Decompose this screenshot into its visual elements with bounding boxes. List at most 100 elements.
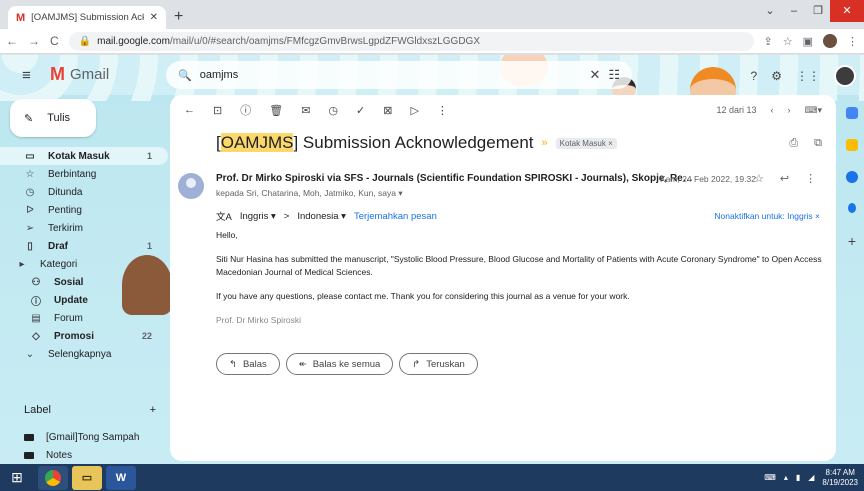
sidebar-item-more[interactable]: ⌄ Selengkapnya <box>0 345 168 363</box>
sidebar-item-important[interactable]: ᐅ Penting <box>0 201 168 219</box>
next-message-icon[interactable]: › <box>787 105 790 115</box>
compose-label: Tulis <box>47 112 71 124</box>
search-options-icon[interactable]: ☷ <box>608 67 620 83</box>
sidebar-item-label: Draf <box>48 240 69 252</box>
body-paragraph: Siti Nur Hasina has submitted the manusc… <box>216 254 822 277</box>
share-icon[interactable]: ⇪ <box>764 35 773 48</box>
label-icon[interactable]: ▷ <box>410 104 418 117</box>
calendar-icon[interactable] <box>846 107 858 119</box>
clear-search-icon[interactable]: ✕ <box>589 67 600 83</box>
sidebar-item-starred[interactable]: ☆ Berbintang <box>0 165 168 183</box>
add-task-icon[interactable]: ✓ <box>356 104 365 117</box>
close-window-button[interactable]: ✕ <box>830 0 864 22</box>
reply-icon[interactable]: ↩ <box>780 172 789 185</box>
maximize-button[interactable]: ❐ <box>806 0 830 22</box>
label-item-trash[interactable]: [Gmail]Tong Sampah <box>0 428 168 446</box>
sidebar-item-categories[interactable]: ▸ Kategori <box>0 255 168 273</box>
recipients[interactable]: kepada Sri, Chatarina, Moh, Jatmiko, Kun… <box>216 188 403 199</box>
main-menu-icon[interactable]: ≡ <box>22 67 31 84</box>
sender-name: Prof. Dr Mirko Spiroski via SFS - Journa… <box>216 173 696 184</box>
forward-icon[interactable]: → <box>28 34 40 48</box>
settings-gear-icon[interactable]: ⚙ <box>771 69 782 83</box>
sidebar-item-label: Sosial <box>54 276 84 288</box>
network-icon[interactable]: ◢ <box>808 473 814 482</box>
battery-icon[interactable]: ▮ <box>796 473 800 482</box>
back-to-list-icon[interactable]: ← <box>184 104 195 116</box>
apps-grid-icon[interactable]: ⋮⋮ <box>796 69 820 83</box>
sender-avatar <box>178 173 204 199</box>
gmail-favicon-icon: M <box>16 11 26 24</box>
more-vert-icon[interactable]: ⋮ <box>805 172 816 185</box>
account-avatar[interactable] <box>834 65 856 87</box>
sidebar-item-inbox[interactable]: ▭ Kotak Masuk 1 <box>0 147 168 165</box>
search-icon[interactable]: 🔍 <box>178 69 192 82</box>
mark-unread-icon[interactable]: ✉ <box>301 104 310 117</box>
forward-button[interactable]: ↱ Teruskan <box>399 353 478 375</box>
translate-message-link[interactable]: Terjemahkan pesan <box>354 211 437 222</box>
star-icon: ☆ <box>25 168 35 180</box>
more-vert-icon[interactable]: ⋮ <box>437 104 448 117</box>
browser-tab[interactable]: M [OAMJMS] Submission Acknow ✕ <box>8 6 166 29</box>
draft-icon: ▯ <box>27 240 33 252</box>
taskbar-clock[interactable]: 8:47 AM 8/19/2023 <box>822 468 858 487</box>
search-input[interactable] <box>199 69 582 81</box>
pencil-icon: ✎ <box>24 112 34 125</box>
archive-icon[interactable]: ⊡ <box>213 104 222 117</box>
reload-icon[interactable]: C <box>50 34 59 48</box>
print-icon[interactable]: ⎙ <box>789 137 798 150</box>
sidebar-nav: ▭ Kotak Masuk 1 ☆ Berbintang ◷ Ditunda ᐅ… <box>0 147 168 363</box>
source-language-select[interactable]: Inggris ▾ <box>240 211 276 222</box>
reply-button[interactable]: ↰ Balas <box>216 353 280 375</box>
input-tools-icon[interactable]: ⌨▾ <box>804 105 822 116</box>
keyboard-icon[interactable]: ⌨ <box>764 473 776 482</box>
sidebar-item-updates[interactable]: ⓘ Update <box>0 291 168 309</box>
contacts-icon[interactable] <box>848 203 856 213</box>
delete-icon[interactable]: 🗑 <box>269 104 283 117</box>
label-name: [Gmail]Tong Sampah <box>46 431 140 443</box>
chrome-taskbar-icon[interactable] <box>38 465 68 490</box>
greeting: Hello, <box>216 230 238 240</box>
reply-all-button[interactable]: ↞ Balas ke semua <box>285 353 394 375</box>
gmail-logo[interactable]: M Gmail <box>50 64 109 85</box>
windows-start-icon[interactable]: ⊞ <box>0 464 34 491</box>
new-tab-button[interactable]: + <box>174 8 183 26</box>
sidebar-item-forums[interactable]: ▤ Forum <box>0 309 168 327</box>
sidepanel-icon[interactable]: ▣ <box>803 35 813 48</box>
tab-close-icon[interactable]: ✕ <box>150 12 158 23</box>
sidebar-item-drafts[interactable]: ▯ Draf 1 <box>0 237 168 255</box>
compose-button[interactable]: ✎ Tulis <box>10 99 96 137</box>
sidebar-item-label: Penting <box>48 204 82 216</box>
help-icon[interactable]: ? <box>751 69 758 83</box>
disable-translate-link[interactable]: Nonaktifkan untuk: Inggris × <box>714 211 820 221</box>
inbox-label-chip[interactable]: Kotak Masuk × <box>555 137 617 149</box>
get-addons-icon[interactable]: + <box>848 233 856 249</box>
tasks-icon[interactable] <box>846 171 858 183</box>
sidebar-item-promotions[interactable]: ◇ Promosi 22 <box>0 327 168 345</box>
add-label-button[interactable]: + <box>150 404 156 416</box>
address-bar[interactable]: 🔒 mail.google.com/mail/u/0/#search/oamjm… <box>68 31 754 51</box>
tab-search-icon[interactable]: ⌄ <box>758 0 782 22</box>
important-marker-icon[interactable]: » <box>542 137 548 149</box>
profile-avatar[interactable] <box>823 34 837 48</box>
word-taskbar-icon[interactable]: W <box>106 465 136 490</box>
more-vert-icon[interactable]: ⋮ <box>847 35 858 48</box>
tray-arrow-icon[interactable]: ▴ <box>784 473 788 482</box>
reply-icon: ↰ <box>229 358 237 370</box>
snooze-icon[interactable]: ◷ <box>328 104 338 117</box>
report-spam-icon[interactable]: ⓘ <box>240 102 251 118</box>
sidebar-item-sent[interactable]: ➢ Terkirim <box>0 219 168 237</box>
star-icon[interactable]: ☆ <box>754 172 764 185</box>
sidebar-item-social[interactable]: ⚇ Sosial <box>0 273 168 291</box>
keep-icon[interactable] <box>846 139 858 151</box>
move-to-icon[interactable]: ⊠ <box>383 104 392 117</box>
file-explorer-icon[interactable]: ▭ <box>72 465 102 490</box>
target-language-select[interactable]: Indonesia ▾ <box>297 211 346 222</box>
open-new-window-icon[interactable]: ⧉ <box>814 137 822 150</box>
sidebar-item-snoozed[interactable]: ◷ Ditunda <box>0 183 168 201</box>
labels-heading: Label <box>24 404 51 416</box>
bookmark-star-icon[interactable]: ☆ <box>783 35 793 48</box>
label-item-notes[interactable]: Notes <box>0 446 168 464</box>
back-icon[interactable]: ← <box>6 34 18 48</box>
prev-message-icon[interactable]: ‹ <box>770 105 773 115</box>
minimize-button[interactable]: – <box>782 0 806 22</box>
